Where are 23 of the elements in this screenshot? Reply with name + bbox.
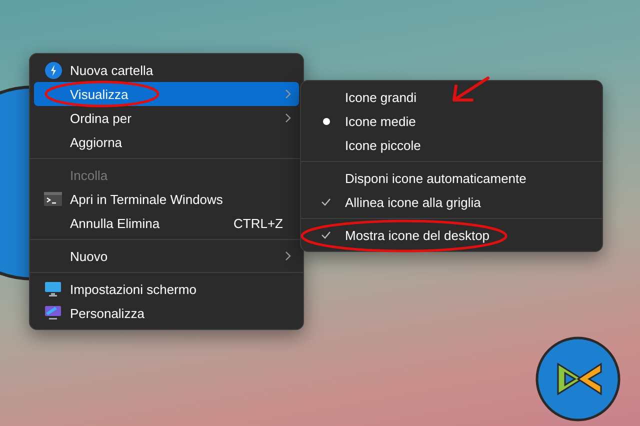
chevron-right-icon <box>285 251 291 261</box>
menu-item[interactable]: Icone medie <box>305 109 598 133</box>
menu-item[interactable]: Nuova cartella <box>34 58 299 82</box>
lightning-circle-icon <box>44 62 62 78</box>
menu-item[interactable]: Visualizza <box>34 82 299 106</box>
terminal-icon <box>44 192 62 206</box>
menu-item[interactable]: Icone piccole <box>305 133 598 157</box>
menu-item[interactable]: Nuovo <box>34 244 299 268</box>
menu-item[interactable]: Personalizza <box>34 301 299 325</box>
menu-item[interactable]: Apri in Terminale Windows <box>34 187 299 211</box>
menu-item[interactable]: Impostazioni schermo <box>34 277 299 301</box>
monitor-brush-icon <box>44 305 62 321</box>
menu-item[interactable]: Disponi icone automaticamente <box>305 166 598 190</box>
menu-item[interactable]: Ordina per <box>34 106 299 130</box>
menu-item[interactable]: Annulla Elimina CTRL+Z <box>34 211 299 235</box>
chevron-right-icon <box>285 89 291 99</box>
chevron-right-icon <box>285 113 291 123</box>
menu-item[interactable]: Icone grandi <box>305 85 598 109</box>
menu-item[interactable]: Aggiorna <box>34 130 299 154</box>
menu-item[interactable]: Allinea icone alla griglia <box>305 190 598 214</box>
monitor-icon <box>44 281 62 297</box>
menu-item[interactable]: Mostra icone del desktop <box>305 223 598 247</box>
annotation-arrow <box>450 76 490 104</box>
